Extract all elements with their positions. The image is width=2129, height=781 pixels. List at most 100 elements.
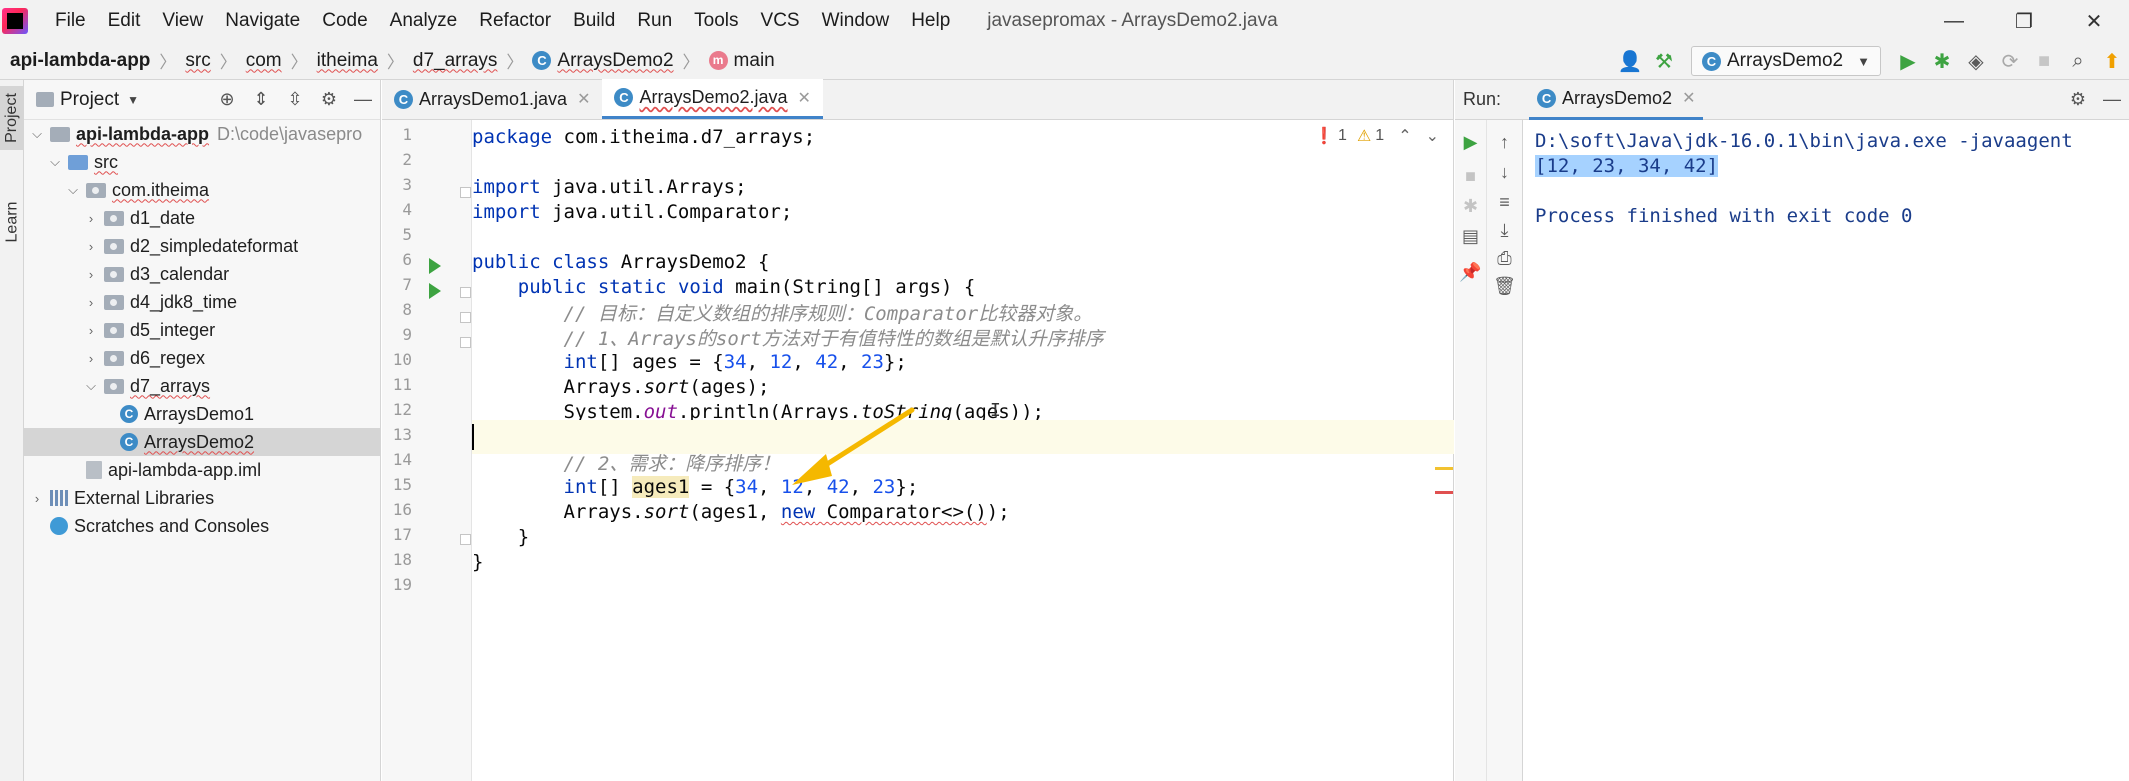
crumb-src[interactable]: src (185, 50, 210, 72)
chevron-down-icon[interactable]: ▼ (127, 93, 139, 107)
chevron-right-icon[interactable]: › (82, 295, 100, 310)
gear-icon[interactable]: ⚙ (2061, 89, 2095, 110)
hide-icon[interactable]: — (346, 89, 380, 110)
pin-icon[interactable]: 📌 (1455, 262, 1486, 283)
chevron-right-icon[interactable]: › (82, 323, 100, 338)
tree-item-iml[interactable]: api-lambda-app.iml (24, 456, 381, 484)
crumb-arraysdemo2[interactable]: ArraysDemo2 (557, 50, 673, 72)
print-icon[interactable]: ⎙ (1487, 248, 1522, 269)
menu-view[interactable]: View (151, 10, 214, 32)
crumb-d7-arrays[interactable]: d7_arrays (413, 50, 498, 72)
expand-all-icon[interactable]: ⇕ (244, 89, 278, 110)
tree-item-arraysdemo2[interactable]: C ArraysDemo2 (24, 428, 381, 456)
tree-item-d7-arrays[interactable]: ⌵ d7_arrays (24, 372, 381, 400)
hide-icon[interactable]: — (2095, 89, 2129, 110)
chevron-right-icon[interactable]: › (82, 267, 100, 282)
tree-item-com-itheima[interactable]: ⌵ com.itheima (24, 176, 381, 204)
fold-icon[interactable] (460, 534, 471, 545)
menu-refactor[interactable]: Refactor (468, 10, 562, 32)
rerun-icon[interactable]: ▶ (1455, 132, 1486, 153)
restore-icon[interactable]: ❐ (1989, 0, 2059, 42)
fold-icon[interactable] (460, 337, 471, 348)
tree-item-arraysdemo1[interactable]: C ArraysDemo1 (24, 400, 381, 428)
menu-tools[interactable]: Tools (683, 10, 749, 32)
fold-icon[interactable] (460, 312, 471, 323)
line-gutter[interactable]: 1 2 3 4 5 6 7 8 9 10 11 12 13 14 15 16 1… (382, 120, 472, 781)
arrow-up-icon[interactable]: ↑ (1487, 132, 1522, 153)
gear-icon[interactable]: ⚙ (312, 89, 346, 110)
locate-icon[interactable]: ⊕ (210, 89, 244, 110)
console-output[interactable]: D:\soft\Java\jdk-16.0.1\bin\java.exe -ja… (1525, 120, 2129, 781)
menu-navigate[interactable]: Navigate (214, 10, 311, 32)
menu-run[interactable]: Run (626, 10, 683, 32)
build-hammer-icon[interactable]: ⚒ (1649, 49, 1679, 74)
user-icon[interactable]: 👤 (1615, 49, 1645, 74)
debug-icon[interactable]: ✱ (1927, 49, 1957, 74)
stop-icon[interactable]: ■ (2029, 50, 2059, 73)
fold-icon[interactable] (460, 187, 471, 198)
crumb-project[interactable]: api-lambda-app (10, 50, 150, 72)
layout-icon[interactable]: ▤ (1455, 226, 1486, 247)
crumb-main[interactable]: main (734, 50, 775, 72)
close-icon[interactable]: ✕ (1682, 88, 1695, 108)
run-tab-arraysdemo2[interactable]: C ArraysDemo2 ✕ (1529, 80, 1704, 120)
soft-wrap-icon[interactable]: ≡ (1487, 192, 1522, 213)
run-icon[interactable]: ▶ (1893, 49, 1923, 74)
coverage-icon[interactable]: ◈ (1961, 49, 1991, 74)
search-icon[interactable]: ⌕ (2063, 50, 2093, 73)
tab-arraysdemo2[interactable]: C ArraysDemo2.java ✕ (602, 79, 823, 119)
crumb-com[interactable]: com (246, 50, 282, 72)
tree-item-external-libraries[interactable]: › External Libraries (24, 484, 381, 512)
chevron-right-icon[interactable]: › (82, 239, 100, 254)
run-config-select[interactable]: C ArraysDemo2 ▼ (1690, 46, 1881, 76)
menu-window[interactable]: Window (811, 10, 901, 32)
run-main-icon[interactable] (429, 283, 441, 299)
tree-item-scratches[interactable]: Scratches and Consoles (24, 512, 381, 540)
error-stripe-mark[interactable] (1435, 491, 1453, 494)
chevron-down-icon[interactable]: ⌵ (28, 126, 46, 142)
warning-stripe-mark[interactable] (1435, 467, 1453, 470)
tree-item-d3-calendar[interactable]: › d3_calendar (24, 260, 381, 288)
trash-icon[interactable]: 🗑 (1487, 276, 1522, 297)
menu-build[interactable]: Build (562, 10, 626, 32)
close-icon[interactable]: ✕ (798, 88, 811, 108)
menu-file[interactable]: File (44, 10, 97, 32)
crumb-itheima[interactable]: itheima (317, 50, 378, 72)
intellij-logo-icon[interactable] (2, 8, 28, 34)
profile-icon[interactable]: ⟳ (1995, 49, 2025, 74)
tree-item-d5-integer[interactable]: › d5_integer (24, 316, 381, 344)
close-icon[interactable]: ✕ (577, 89, 590, 109)
tree-item-d2-simpledateformat[interactable]: › d2_simpledateformat (24, 232, 381, 260)
menu-vcs[interactable]: VCS (750, 10, 811, 32)
debug-icon[interactable]: ✱ (1455, 196, 1486, 217)
chevron-down-icon[interactable]: ⌵ (46, 154, 64, 170)
chevron-right-icon[interactable]: › (28, 491, 46, 506)
stop-icon[interactable]: ■ (1455, 166, 1486, 187)
collapse-all-icon[interactable]: ⇳ (278, 89, 312, 110)
tree-item-api-lambda-app[interactable]: ⌵ api-lambda-app D:\code\javasepro (24, 120, 381, 148)
menu-edit[interactable]: Edit (97, 10, 152, 32)
menu-code[interactable]: Code (311, 10, 378, 32)
scroll-to-end-icon[interactable]: ⤓ (1487, 220, 1522, 241)
project-stripe-tab[interactable]: Project (0, 86, 24, 150)
tree-item-d4-jdk8-time[interactable]: › d4_jdk8_time (24, 288, 381, 316)
chevron-right-icon[interactable]: › (82, 351, 100, 366)
learn-stripe-tab[interactable]: Learn (0, 190, 24, 254)
fold-icon[interactable] (460, 287, 471, 298)
chevron-down-icon[interactable]: ⌵ (64, 182, 82, 198)
chevron-down-icon[interactable]: ⌵ (82, 378, 100, 394)
minimize-icon[interactable]: — (1919, 0, 1989, 42)
tree-item-src[interactable]: ⌵ src (24, 148, 381, 176)
tree-item-d1-date[interactable]: › d1_date (24, 204, 381, 232)
update-icon[interactable]: ⬆ (2097, 49, 2127, 74)
menu-help[interactable]: Help (900, 10, 961, 32)
run-class-icon[interactable] (429, 258, 441, 274)
arrow-down-icon[interactable]: ↓ (1487, 162, 1522, 183)
chevron-right-icon[interactable]: › (82, 211, 100, 226)
project-title[interactable]: Project (60, 89, 119, 111)
close-window-icon[interactable]: ✕ (2059, 0, 2129, 42)
menu-analyze[interactable]: Analyze (379, 10, 469, 32)
tree-item-d6-regex[interactable]: › d6_regex (24, 344, 381, 372)
tab-arraysdemo1[interactable]: C ArraysDemo1.java ✕ (382, 79, 602, 119)
code-area[interactable]: package com.itheima.d7_arrays; import ja… (472, 120, 1454, 781)
